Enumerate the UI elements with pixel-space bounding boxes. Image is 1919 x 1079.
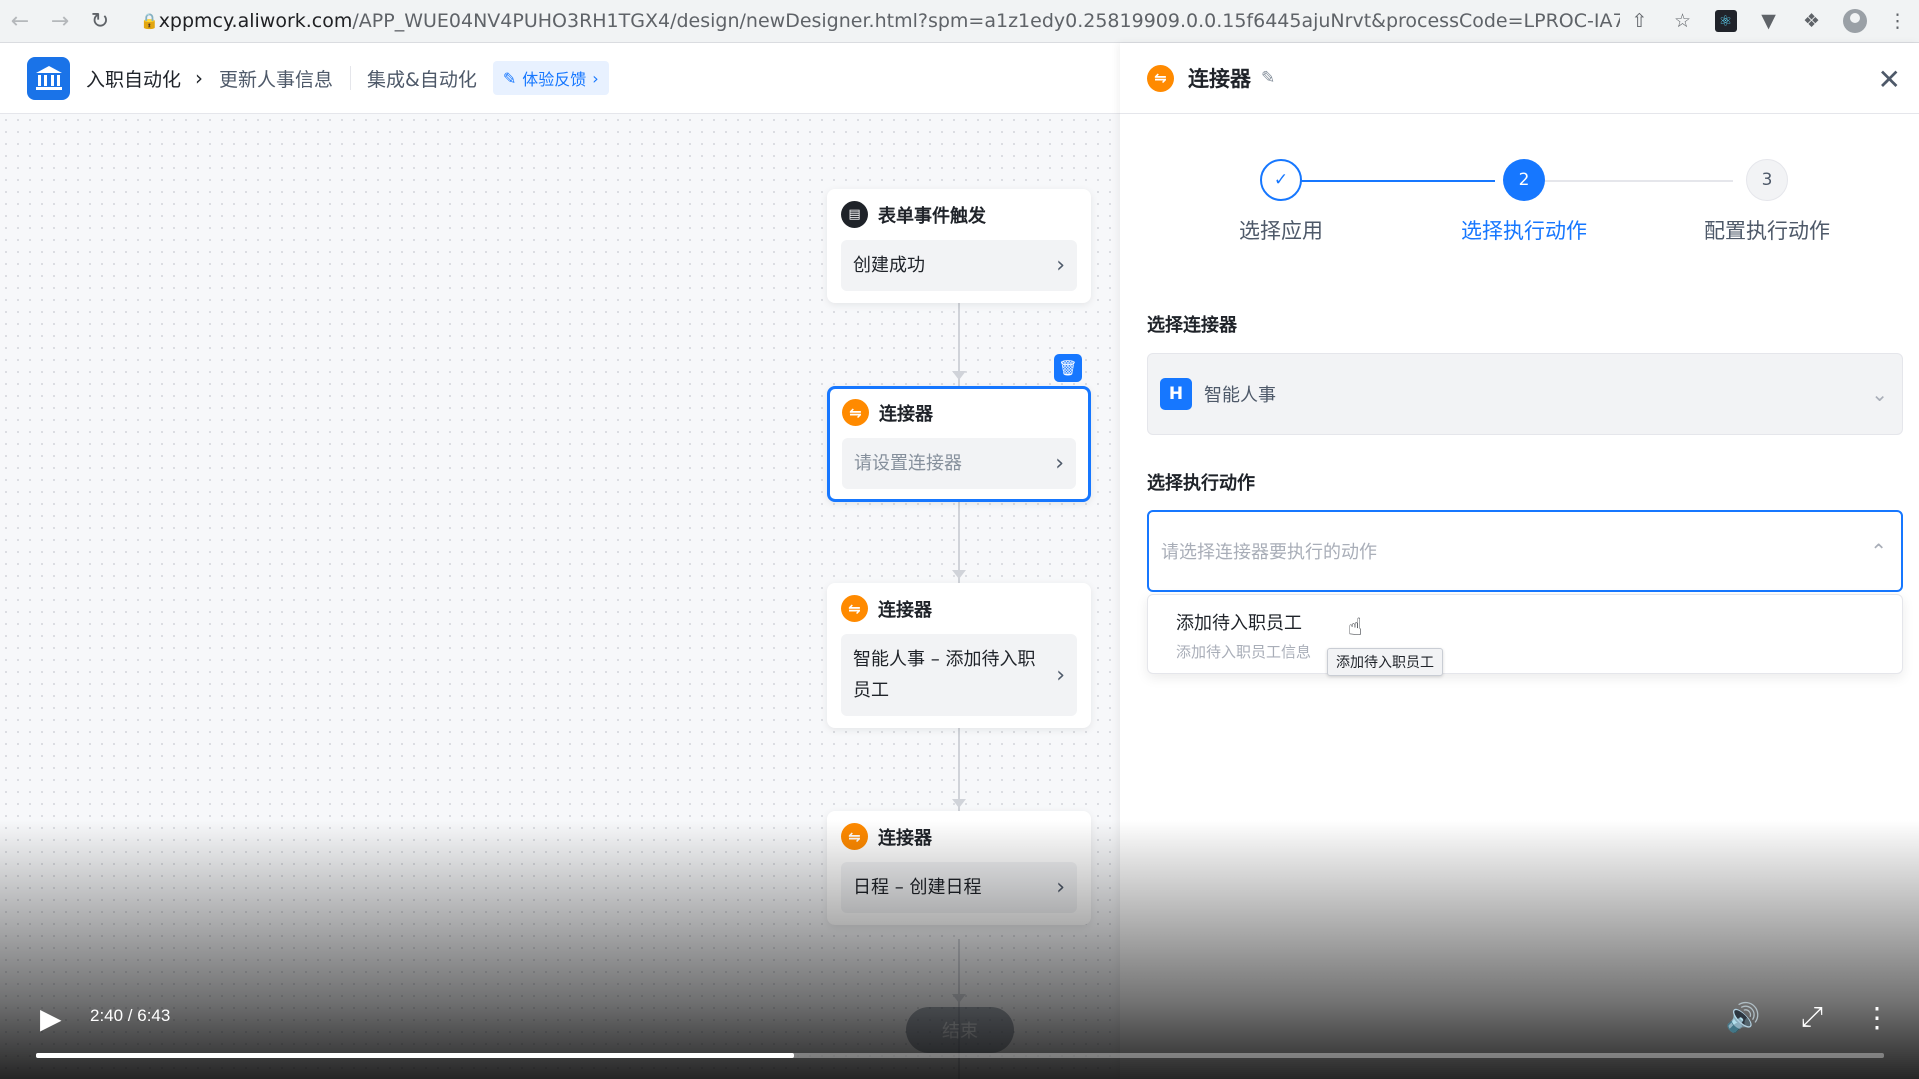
chevron-right-icon: › <box>592 68 599 88</box>
chevron-right-icon: › <box>1056 875 1065 900</box>
app-logo-icon[interactable] <box>27 56 70 100</box>
video-progress-fill <box>36 1053 794 1058</box>
breadcrumb-page[interactable]: 更新人事信息 <box>219 65 333 92</box>
flow-canvas[interactable]: ▤ 表单事件触发 创建成功 › 🗑 ⇋ 连接器 请设置连接器 › ⇋ 连接器 智… <box>0 114 1120 1079</box>
option-tooltip: 添加待入职员工 <box>1327 648 1443 676</box>
step-2[interactable]: 2 选择执行动作 <box>1424 159 1624 245</box>
node-body-text: 日程 – 创建日程 <box>853 877 982 898</box>
step-indicator: ✓ 选择应用 2 选择执行动作 3 配置执行动作 <box>1120 159 1919 259</box>
browser-toolbar: ← → ↻ 🔒 xppmcy.aliwork.com/APP_WUE04NV4P… <box>0 0 1919 43</box>
flow-node-connector[interactable]: ⇋ 连接器 智能人事 – 添加待入职员工 › <box>827 583 1091 728</box>
volume-icon[interactable]: 🔊 <box>1726 1001 1761 1034</box>
lock-icon: 🔒 <box>140 12 159 30</box>
step-3[interactable]: 3 配置执行动作 <box>1667 159 1867 245</box>
edit-pencil-icon[interactable]: ✎ <box>1261 68 1275 88</box>
node-config[interactable]: 创建成功 › <box>841 240 1077 291</box>
step-number: 3 <box>1746 159 1788 201</box>
node-config[interactable]: 请设置连接器 › <box>842 438 1076 489</box>
play-icon[interactable]: ▶ <box>40 1002 70 1035</box>
connector-icon: ⇋ <box>841 823 868 850</box>
panel-title: 连接器 <box>1188 67 1251 91</box>
bookmark-star-icon[interactable]: ☆ <box>1661 0 1704 42</box>
step-label: 选择执行动作 <box>1461 219 1587 243</box>
back-icon[interactable]: ← <box>0 0 40 42</box>
action-select-label: 选择执行动作 <box>1147 473 1255 494</box>
connector-config-panel: ⇋ 连接器 ✎ ✕ ✓ 选择应用 2 选择执行动作 3 配置执行动作 选择连接器… <box>1120 43 1919 1079</box>
connector-select[interactable]: H 智能人事 ⌄ <box>1147 353 1903 435</box>
feedback-button[interactable]: ✎ 体验反馈 › <box>492 61 609 95</box>
flow-node-trigger[interactable]: ▤ 表单事件触发 创建成功 › <box>827 189 1091 303</box>
reload-icon[interactable]: ↻ <box>80 0 120 42</box>
video-time: 2:40 / 6:43 <box>90 1006 171 1025</box>
url-path: /APP_WUE04NV4PUHO3RH1TGX4/design/newDesi… <box>352 10 1620 32</box>
node-title: 连接器 <box>878 599 932 621</box>
form-doc-icon: ▤ <box>841 201 868 228</box>
action-select-placeholder: 请选择连接器要执行的动作 <box>1161 542 1377 563</box>
flow-node-connector[interactable]: ⇋ 连接器 日程 – 创建日程 › <box>827 811 1091 925</box>
node-title: 连接器 <box>879 403 933 425</box>
chevron-up-icon: ⌃ <box>1870 539 1887 563</box>
action-select[interactable]: 请选择连接器要执行的动作 ⌃ <box>1147 510 1903 592</box>
connector-icon: ⇋ <box>842 399 869 426</box>
node-body-text: 创建成功 <box>853 255 925 276</box>
flow-arrow-icon <box>952 371 966 380</box>
flow-arrow-icon <box>952 570 966 579</box>
chevron-right-icon: › <box>1056 662 1065 688</box>
connector-icon: ⇋ <box>1147 64 1174 92</box>
app-header: 入职自动化 › 更新人事信息 集成&自动化 ✎ 体验反馈 › <box>0 43 1120 114</box>
feedback-icon: ✎ <box>502 68 517 88</box>
step-1[interactable]: ✓ 选择应用 <box>1181 159 1381 245</box>
smart-hr-app-icon: H <box>1160 378 1192 410</box>
option-title: 添加待入职员工 <box>1176 613 1302 634</box>
more-options-icon[interactable]: ⋮ <box>1863 1001 1891 1034</box>
url-host: xppmcy.aliwork.com <box>158 10 353 32</box>
react-devtools-icon[interactable]: ⚛ <box>1704 0 1747 42</box>
step-label: 配置执行动作 <box>1704 219 1830 243</box>
action-dropdown: 添加待入职员工 添加待入职员工信息 ☝ <box>1147 594 1903 674</box>
chevron-right-icon: › <box>1056 253 1065 278</box>
chevron-down-icon: ⌄ <box>1871 382 1888 406</box>
flow-end-node[interactable]: 结束 <box>906 1007 1014 1053</box>
node-title: 表单事件触发 <box>878 205 986 227</box>
breadcrumb-app[interactable]: 入职自动化 <box>86 65 181 92</box>
node-config[interactable]: 日程 – 创建日程 › <box>841 862 1077 913</box>
delete-node-icon[interactable]: 🗑 <box>1054 354 1082 382</box>
breadcrumb-chevron-icon: › <box>195 66 204 90</box>
step-number: 2 <box>1503 159 1545 201</box>
breadcrumb-section[interactable]: 集成&自动化 <box>367 65 477 92</box>
vue-devtools-icon[interactable]: ▼ <box>1747 0 1790 42</box>
feedback-label: 体验反馈 <box>522 70 587 89</box>
header-divider <box>350 66 352 90</box>
chevron-right-icon: › <box>1055 451 1064 476</box>
profile-avatar-icon[interactable] <box>1833 0 1876 42</box>
forward-icon[interactable]: → <box>40 0 80 42</box>
step-label: 选择应用 <box>1239 219 1323 243</box>
option-description: 添加待入职员工信息 <box>1176 643 1312 661</box>
close-icon[interactable]: ✕ <box>1878 63 1901 96</box>
check-icon: ✓ <box>1260 159 1302 201</box>
connector-select-value: 智能人事 <box>1204 385 1276 406</box>
node-title: 连接器 <box>878 827 932 849</box>
node-body-text: 请设置连接器 <box>854 453 962 474</box>
connector-icon: ⇋ <box>841 595 868 622</box>
flow-node-connector-selected[interactable]: ⇋ 连接器 请设置连接器 › <box>827 386 1091 502</box>
flow-arrow-icon <box>952 994 966 1003</box>
node-config[interactable]: 智能人事 – 添加待入职员工 › <box>841 634 1077 716</box>
video-progress-bar[interactable] <box>36 1053 1884 1058</box>
address-bar[interactable]: 🔒 xppmcy.aliwork.com/APP_WUE04NV4PUHO3RH… <box>140 3 1620 39</box>
node-body-text: 智能人事 – 添加待入职员工 <box>853 649 1036 701</box>
extensions-puzzle-icon[interactable]: ❖ <box>1790 0 1833 42</box>
browser-menu-icon[interactable]: ⋮ <box>1876 0 1919 42</box>
exit-fullscreen-icon[interactable]: ⤢ <box>1801 1000 1823 1034</box>
share-icon[interactable]: ⇧ <box>1618 0 1661 42</box>
panel-header: ⇋ 连接器 ✎ ✕ <box>1120 43 1919 114</box>
flow-arrow-icon <box>952 799 966 808</box>
hand-cursor-icon: ☝ <box>1348 613 1363 641</box>
connector-select-label: 选择连接器 <box>1147 315 1237 336</box>
